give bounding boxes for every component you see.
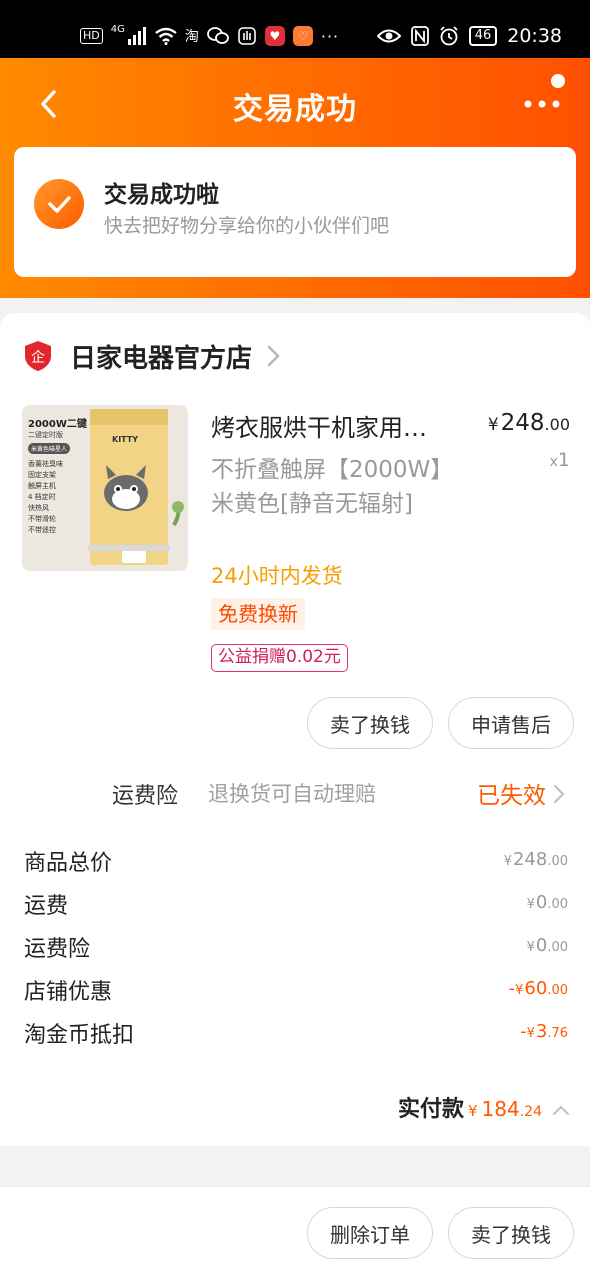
fee-row: 运费 ¥0.00 bbox=[0, 886, 590, 922]
fee-label: 商品总价 bbox=[24, 851, 113, 876]
check-circle-icon bbox=[34, 179, 84, 229]
shop-logo-icon: 企 bbox=[25, 341, 51, 371]
fee-value: ¥248.00 bbox=[503, 849, 568, 870]
hand-icon bbox=[238, 27, 256, 45]
product-image-brand: KITTY bbox=[112, 435, 139, 444]
delete-order-button[interactable]: 删除订单 bbox=[307, 1207, 433, 1259]
fee-value: ¥0.00 bbox=[526, 935, 568, 956]
sell-for-cash-bottom-button[interactable]: 卖了换钱 bbox=[448, 1207, 574, 1259]
price-integer: 248 bbox=[500, 410, 545, 436]
chevron-right-icon bbox=[267, 345, 280, 367]
sell-for-cash-button[interactable]: 卖了换钱 bbox=[307, 697, 433, 749]
shop-name[interactable]: 日家电器官方店 bbox=[70, 338, 252, 375]
more-dots-icon: ··· bbox=[320, 26, 340, 46]
shipping-insurance-row[interactable]: 运费险 退换货可自动理赔 已失效 bbox=[0, 768, 590, 818]
product-image-feature: 香薰祛臭味 bbox=[28, 460, 63, 468]
hd-badge: HD bbox=[80, 28, 103, 44]
shipping-promise: 24小时内发货 bbox=[211, 564, 343, 588]
product-image-feature: 快热风 bbox=[28, 504, 49, 512]
wechat-icon bbox=[206, 27, 229, 44]
charity-donation-tag: 公益捐赠0.02元 bbox=[211, 644, 348, 672]
price-decimal: .00 bbox=[544, 415, 570, 434]
status-time: 20:38 bbox=[507, 25, 562, 47]
apply-after-sale-button[interactable]: 申请售后 bbox=[448, 697, 574, 749]
fee-label: 运费 bbox=[24, 894, 69, 919]
product-image-feature: 固定支架 bbox=[28, 471, 56, 479]
total-decimal: .24 bbox=[519, 1104, 542, 1120]
product-image[interactable]: 2000W二键 二键定时版 米黄色喵星人 KITTY 香薰祛臭味 固定支架 触屏… bbox=[22, 405, 188, 571]
fee-row: 淘金币抵扣 -¥3.76 bbox=[0, 1015, 590, 1051]
chevron-right-icon bbox=[553, 784, 565, 804]
product-quantity: x1 bbox=[550, 449, 570, 471]
nfc-icon bbox=[410, 26, 429, 46]
page-title: 交易成功 bbox=[233, 92, 357, 127]
total-paid[interactable]: 实付款 ¥ 184 .24 bbox=[398, 1091, 570, 1127]
product-price: ¥248.00 bbox=[488, 410, 570, 436]
insurance-description: 退换货可自动理赔 bbox=[208, 782, 376, 806]
fee-label: 淘金币抵扣 bbox=[24, 1023, 135, 1048]
product-title[interactable]: 烤衣服烘干机家用… bbox=[211, 408, 451, 443]
eye-icon bbox=[376, 29, 401, 43]
product-sku: 不折叠触屏【2000W】米黄色[静音无辐射] bbox=[211, 457, 454, 517]
shop-header[interactable]: 企 日家电器官方店 bbox=[24, 335, 282, 377]
price-currency: ¥ bbox=[487, 415, 499, 435]
fee-label: 运费险 bbox=[24, 937, 91, 962]
product-image-feature: 触屏主机 bbox=[28, 482, 56, 490]
success-title: 交易成功啦 bbox=[104, 182, 219, 208]
quantity-x: x bbox=[549, 454, 558, 470]
wifi-icon bbox=[155, 27, 177, 45]
success-subtitle: 快去把好物分享给你的小伙伴们吧 bbox=[104, 215, 390, 237]
heart-app-icon: ♥ bbox=[264, 26, 285, 46]
header: 交易成功 交易成功啦 快去把好物分享给你的小伙伴们吧 bbox=[0, 58, 590, 298]
signal-icon bbox=[127, 27, 146, 45]
taobao-icon: 淘 bbox=[184, 29, 199, 45]
battery-indicator: 46 bbox=[468, 26, 498, 46]
quantity-value: 1 bbox=[557, 449, 570, 471]
insurance-status: 已失效 bbox=[477, 783, 546, 809]
more-options-icon[interactable] bbox=[522, 72, 568, 122]
product-image-feature: 4 档定时 bbox=[28, 493, 56, 501]
fee-row: 店铺优惠 -¥60.00 bbox=[0, 972, 590, 1008]
insurance-label: 运费险 bbox=[112, 784, 179, 809]
alarm-icon bbox=[440, 26, 458, 46]
product-image-subhead: 二键定时版 bbox=[28, 431, 63, 439]
fee-value: -¥3.76 bbox=[520, 1021, 568, 1042]
bottom-action-bar: 删除订单 卖了换钱 bbox=[0, 1186, 590, 1280]
fee-value: -¥60.00 bbox=[508, 978, 568, 999]
free-exchange-tag: 免费换新 bbox=[211, 598, 305, 630]
chevron-up-icon bbox=[553, 1105, 569, 1115]
product-image-feature: 不带遥控 bbox=[28, 526, 56, 534]
fee-row: 商品总价 ¥248.00 bbox=[0, 843, 590, 879]
fee-value: ¥0.00 bbox=[526, 892, 568, 913]
status-bar: HD 4G 淘 ♥ ♡ ··· 46 20:38 bbox=[0, 0, 590, 58]
fee-label: 店铺优惠 bbox=[24, 980, 113, 1005]
success-card: 交易成功啦 快去把好物分享给你的小伙伴们吧 bbox=[14, 147, 576, 277]
total-currency: ¥ bbox=[468, 1102, 478, 1120]
product-image-features: 香薰祛臭味 固定支架 触屏主机 4 档定时 快热风 不带滑轮 不带遥控 bbox=[28, 459, 90, 536]
product-image-headline: 2000W二键 bbox=[28, 419, 87, 430]
product-image-color-tag: 米黄色喵星人 bbox=[28, 443, 71, 454]
order-card: 企 日家电器官方店 2000W二键 二键定时版 米黄色喵星人 KITTY 香薰祛… bbox=[0, 313, 590, 1146]
shop-logo-text: 企 bbox=[31, 349, 45, 366]
product-image-feature: 不带滑轮 bbox=[28, 515, 56, 523]
network-label: 4G bbox=[110, 23, 125, 35]
total-integer: 184 bbox=[481, 1097, 520, 1121]
total-label: 实付款 bbox=[397, 1097, 464, 1122]
fee-row: 运费险 ¥0.00 bbox=[0, 929, 590, 965]
health-app-icon: ♡ bbox=[292, 26, 313, 46]
